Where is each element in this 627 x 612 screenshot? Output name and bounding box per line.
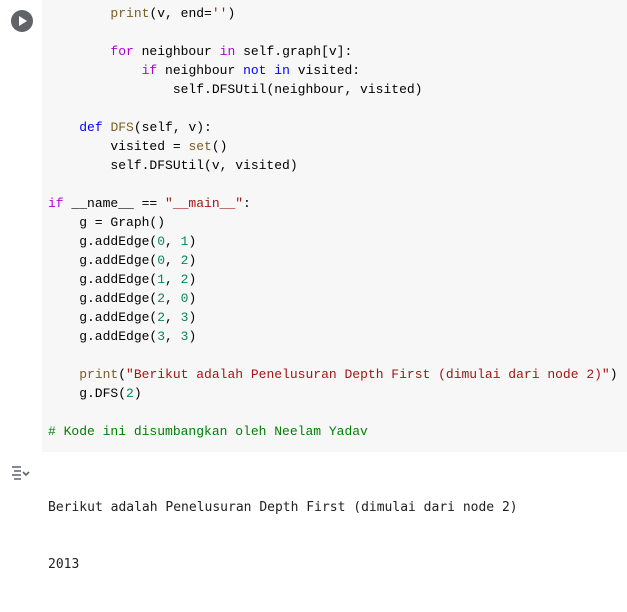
code-token: ): [188, 329, 197, 344]
code-token: g.addEdge(: [48, 310, 158, 325]
code-token: 3: [157, 329, 166, 344]
code-token: ): [227, 6, 236, 21]
code-token: self.graph[v]:: [235, 44, 353, 59]
code-token: ,: [165, 253, 181, 268]
code-token: neighbour: [133, 44, 220, 59]
output-text: Berikut adalah Penelusuran Depth First (…: [48, 460, 518, 612]
code-token: # Kode ini disumbangkan oleh Neelam Yada…: [48, 424, 368, 439]
code-token: (: [118, 367, 127, 382]
code-token: "__main__": [165, 196, 244, 211]
code-token: self.DFSUtil(neighbour, visited): [172, 82, 423, 97]
code-line: g.addEdge(2, 0): [48, 289, 618, 308]
code-token: print: [110, 6, 150, 21]
code-token: ,: [165, 291, 181, 306]
code-token: visited =: [48, 139, 189, 154]
run-cell-icon[interactable]: [11, 10, 33, 32]
code-line: g.addEdge(0, 1): [48, 232, 618, 251]
code-token: 0: [157, 234, 166, 249]
code-line: g = Graph(): [48, 213, 618, 232]
code-token: ): [188, 272, 197, 287]
code-token: ,: [165, 234, 181, 249]
code-token: ): [188, 234, 197, 249]
code-line: g.addEdge(3, 3): [48, 327, 618, 346]
code-token: if: [141, 63, 158, 78]
code-token: g.addEdge(: [48, 253, 158, 268]
code-line: g.DFS(2): [48, 384, 618, 403]
code-token: ): [188, 310, 197, 325]
code-token: ): [188, 291, 197, 306]
code-token: 1: [157, 272, 166, 287]
code-cell[interactable]: print(v, end='') for neighbour in self.g…: [0, 0, 627, 452]
code-token: if: [48, 196, 64, 211]
code-token: self.DFSUtil(v, visited): [48, 158, 298, 173]
code-token: ): [133, 386, 142, 401]
code-line: if __name__ == "__main__":: [48, 194, 618, 213]
code-token: for: [110, 44, 134, 59]
code-token: in: [274, 63, 290, 78]
code-token: visited:: [289, 63, 361, 78]
code-line: if neighbour not in visited:: [48, 61, 618, 80]
cell-gutter: [0, 0, 42, 452]
code-token: set: [188, 139, 212, 154]
code-line: g.addEdge(2, 3): [48, 308, 618, 327]
code-token: ): [609, 367, 618, 382]
code-line: self.DFSUtil(v, visited): [48, 156, 618, 175]
code-token: neighbour: [157, 63, 244, 78]
code-token: g.DFS(: [48, 386, 127, 401]
code-token: (): [211, 139, 228, 154]
code-line: for neighbour in self.graph[v]:: [48, 42, 618, 61]
code-token: print: [79, 367, 119, 382]
code-token: __name__ ==: [63, 196, 166, 211]
code-token: (v, end=: [149, 6, 212, 21]
code-text[interactable]: print(v, end='') for neighbour in self.g…: [48, 4, 618, 441]
code-line: visited = set(): [48, 137, 618, 156]
output-toggle-icon[interactable]: [10, 465, 30, 483]
code-line: g.addEdge(0, 2): [48, 251, 618, 270]
code-token: g.addEdge(: [48, 291, 158, 306]
code-token: 0: [157, 253, 166, 268]
cell-output: Berikut adalah Penelusuran Depth First (…: [0, 452, 627, 572]
code-line: self.DFSUtil(neighbour, visited): [48, 80, 618, 99]
code-line: def DFS(self, v):: [48, 118, 618, 137]
code-token: ,: [165, 272, 181, 287]
output-line: Berikut adalah Penelusuran Depth First (…: [48, 500, 518, 515]
code-token: def: [79, 120, 103, 135]
code-token: g.addEdge(: [48, 329, 158, 344]
code-line: print(v, end=''): [48, 4, 618, 23]
code-line: # Kode ini disumbangkan oleh Neelam Yada…: [48, 422, 618, 441]
code-token: not: [243, 63, 267, 78]
code-line: print("Berikut adalah Penelusuran Depth …: [48, 365, 618, 384]
code-token: :: [243, 196, 251, 211]
code-token: (self, v):: [133, 120, 212, 135]
code-token: in: [219, 44, 236, 59]
code-token: g = Graph(): [48, 215, 166, 230]
code-token: ): [188, 253, 197, 268]
output-line: 2013: [48, 557, 80, 572]
code-token: '': [211, 6, 228, 21]
code-token: 2: [157, 291, 166, 306]
code-token: 2: [126, 386, 134, 401]
code-token: DFS: [110, 120, 134, 135]
code-token: 2: [157, 310, 166, 325]
code-token: ,: [165, 329, 181, 344]
code-token: g.addEdge(: [48, 272, 158, 287]
code-line: g.addEdge(1, 2): [48, 270, 618, 289]
code-token: g.addEdge(: [48, 234, 158, 249]
code-token: ,: [165, 310, 181, 325]
code-token: "Berikut adalah Penelusuran Depth First …: [126, 367, 610, 382]
